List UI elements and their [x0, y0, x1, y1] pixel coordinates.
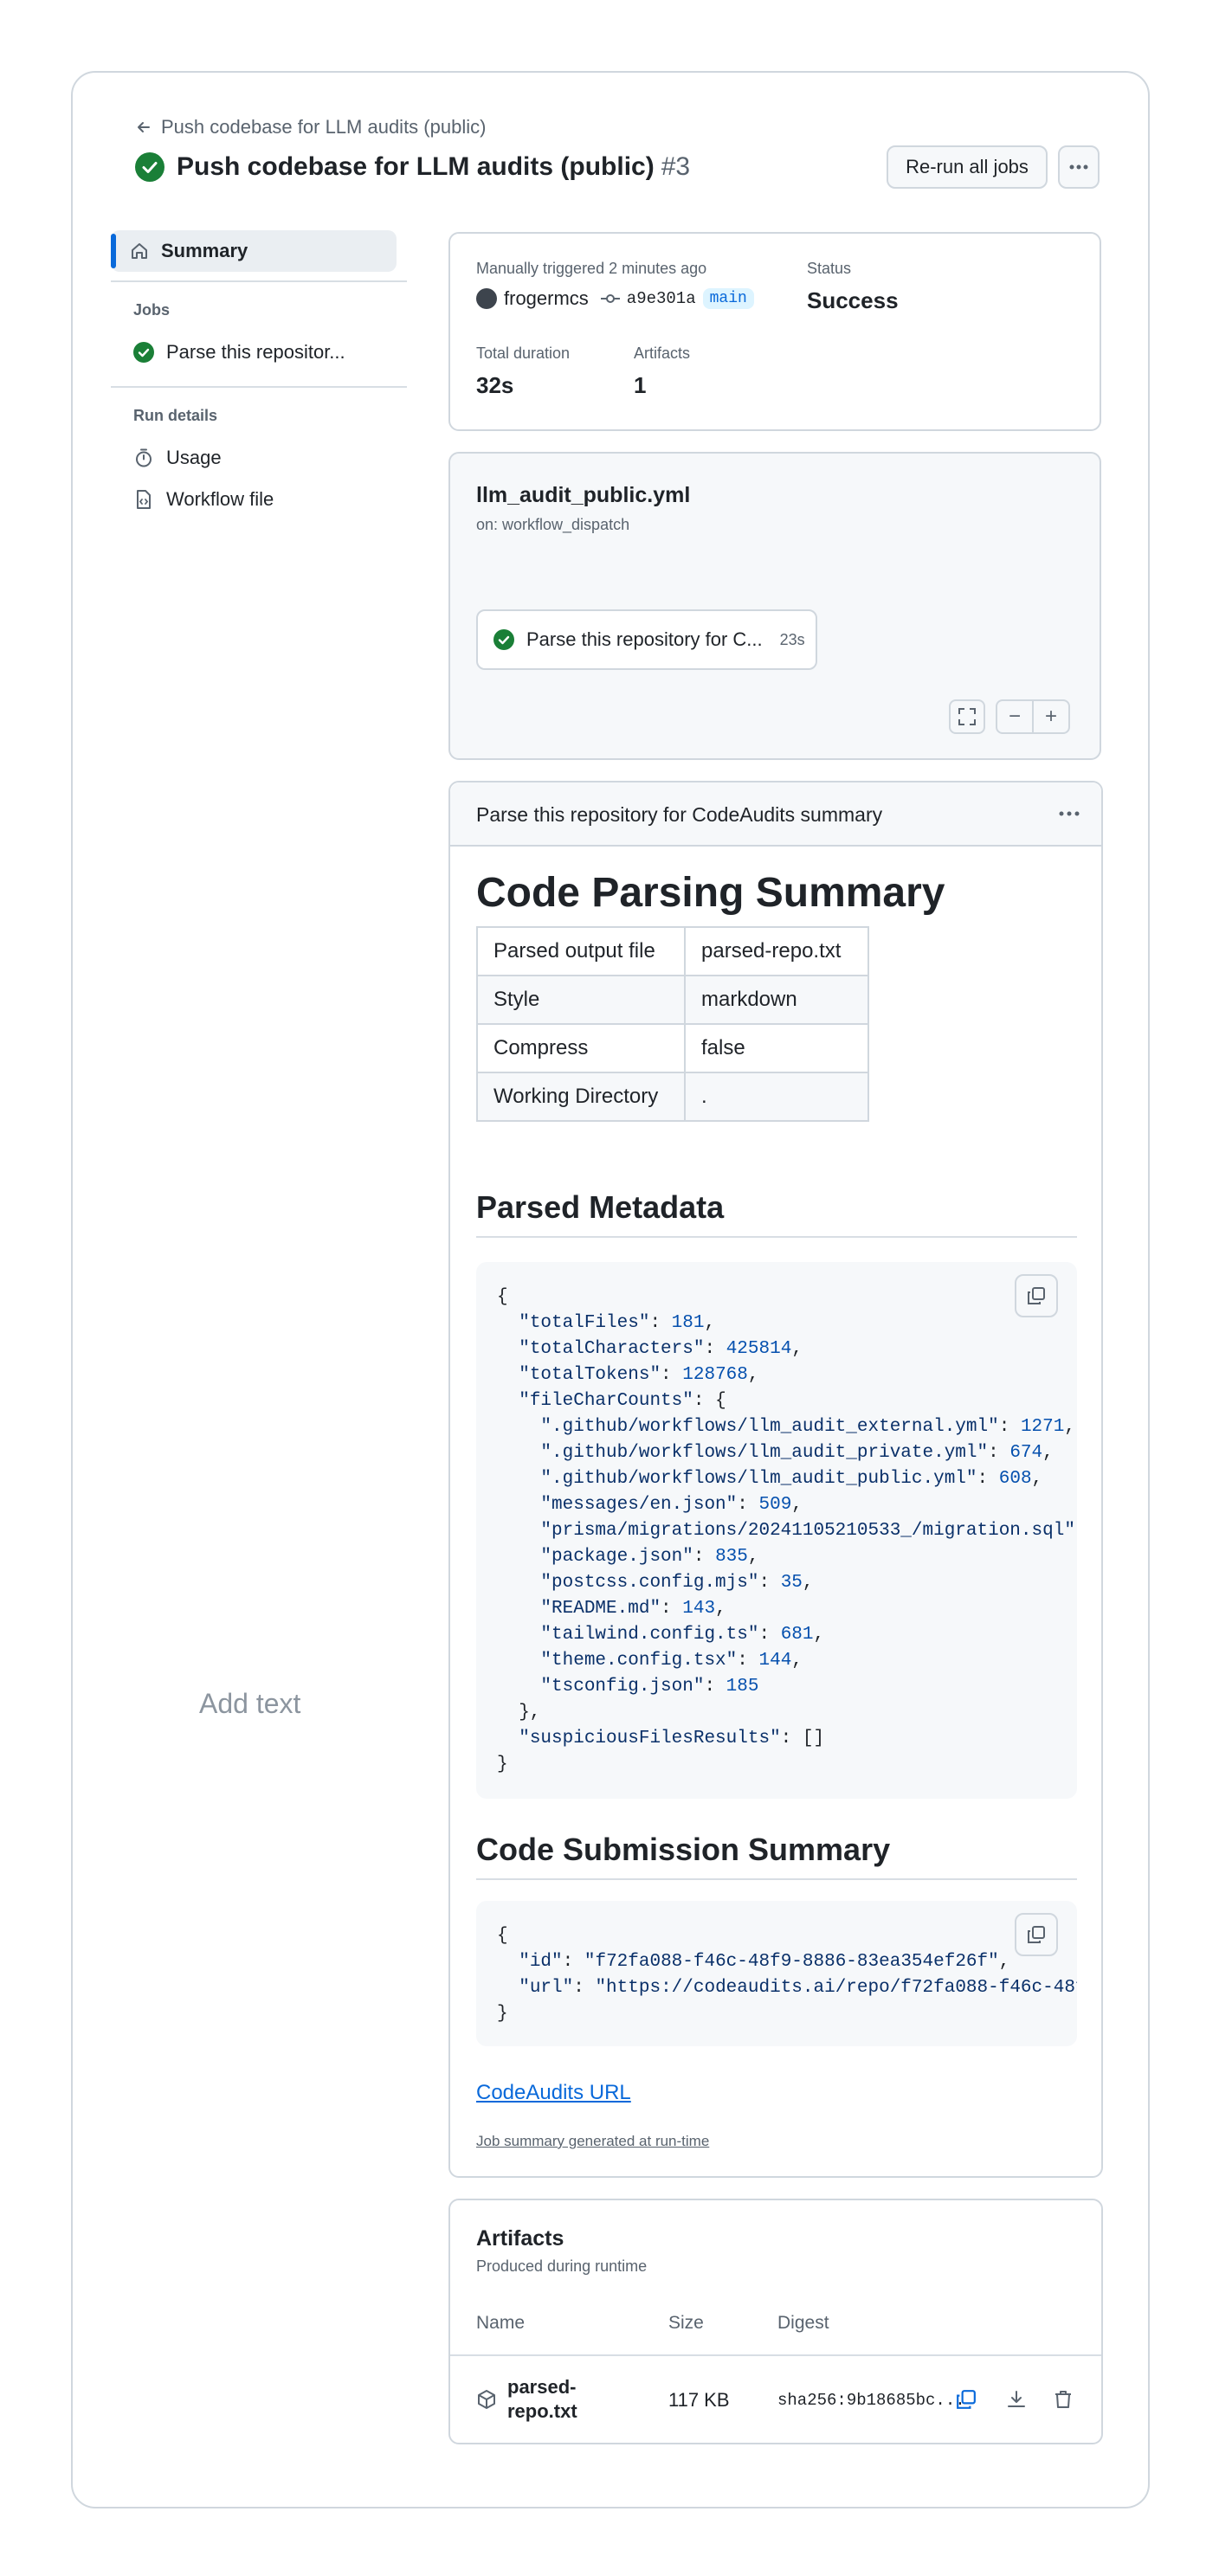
- back-link-label: Push codebase for LLM audits (public): [161, 116, 487, 138]
- table-row: Compress false: [476, 1023, 869, 1073]
- summary-generated-note[interactable]: Job summary generated at run-time: [476, 2133, 709, 2150]
- job-node-label: Parse this repository for C...: [526, 628, 763, 650]
- home-icon: [132, 243, 147, 259]
- sidebar-heading-run-details: Run details: [133, 407, 218, 424]
- table-cell: Style: [476, 975, 686, 1025]
- trigger-text: Manually triggered 2 minutes ago: [476, 260, 707, 277]
- metadata-json: { "totalFiles": 181, "totalCharacters": …: [497, 1287, 1077, 1774]
- branch-badge[interactable]: main: [702, 288, 754, 309]
- submission-heading: Code Submission Summary: [476, 1832, 891, 1867]
- sidebar-item-label: Workflow file: [166, 488, 274, 510]
- add-text-placeholder[interactable]: Add text: [199, 1688, 300, 1720]
- workflow-filename[interactable]: llm_audit_public.yml: [476, 483, 690, 508]
- table-cell: .: [684, 1072, 869, 1122]
- table-cell: Compress: [476, 1023, 686, 1073]
- artifact-row: parsed-repo.txt 117 KB sha256:9b18685bc.…: [450, 2356, 1101, 2443]
- sidebar-divider: [111, 280, 407, 282]
- metadata-heading: Parsed Metadata: [476, 1189, 725, 1225]
- status-value: Success: [807, 287, 899, 313]
- trash-icon[interactable]: [1053, 2389, 1074, 2410]
- trigger-details: frogermcs a9e301a main: [476, 287, 754, 310]
- back-link[interactable]: Push codebase for LLM audits (public): [135, 116, 486, 138]
- sidebar-item-summary[interactable]: Summary: [111, 230, 397, 272]
- copy-icon[interactable]: [956, 2389, 977, 2410]
- column-header-size: Size: [668, 2313, 704, 2333]
- table-cell: Working Directory: [476, 1072, 686, 1122]
- copy-button[interactable]: [1015, 1274, 1058, 1317]
- metadata-code-block: { "totalFiles": 181, "totalCharacters": …: [476, 1262, 1077, 1799]
- submission-json: { "id": "f72fa088-f46c-48f9-8886-83ea354…: [497, 1926, 1077, 2024]
- workflow-job-node[interactable]: Parse this repository for C... 23s: [476, 609, 817, 670]
- status-label: Status: [807, 260, 852, 277]
- heading-divider: [476, 1878, 1077, 1880]
- sidebar-divider: [111, 386, 407, 388]
- artifacts-label: Artifacts: [634, 345, 691, 362]
- markdown-body: Code Parsing Summary Parsed output file p…: [450, 782, 1101, 2176]
- table-cell: parsed-repo.txt: [684, 926, 869, 976]
- sidebar-heading-jobs: Jobs: [133, 301, 171, 319]
- artifacts-subtitle: Produced during runtime: [476, 2257, 648, 2275]
- artifacts-count: 1: [634, 372, 647, 398]
- workflow-trigger: on: workflow_dispatch: [476, 516, 630, 533]
- duration-label: Total duration: [476, 345, 571, 362]
- table-row: Working Directory.: [476, 1072, 869, 1122]
- submission-code-block: { "id": "f72fa088-f46c-48f9-8886-83ea354…: [476, 1901, 1077, 2046]
- stopwatch-icon: [136, 448, 152, 467]
- sidebar-item-label: Usage: [166, 447, 222, 468]
- app-window: Push codebase for LLM audits (public) Pu…: [71, 71, 1150, 2508]
- run-info-card: Manually triggered 2 minutes ago frogerm…: [448, 232, 1101, 431]
- parsing-summary-table: Parsed output file parsed-repo.txt Style m…: [476, 926, 869, 1122]
- job-summary-card: Parse this repository for CodeAudits sum…: [448, 781, 1103, 2178]
- commit-sha[interactable]: a9e301a: [627, 289, 696, 308]
- artifacts-title: Artifacts: [476, 2226, 564, 2251]
- column-header-name: Name: [476, 2313, 526, 2333]
- success-check-icon: [133, 342, 154, 363]
- zoom-in-button[interactable]: +: [1032, 699, 1070, 734]
- run-number: #3: [661, 152, 691, 181]
- column-header-digest: Digest: [777, 2313, 829, 2333]
- sidebar-item-usage[interactable]: Usage: [133, 447, 222, 469]
- job-node-duration: 23s: [779, 630, 805, 648]
- sidebar-item-label: Summary: [161, 240, 248, 261]
- copy-icon: [1028, 1926, 1045, 1943]
- commit-icon: [600, 294, 620, 303]
- arrow-left-icon: [138, 122, 150, 132]
- copy-button[interactable]: [1015, 1913, 1058, 1956]
- duration-value: 32s: [476, 372, 514, 398]
- summary-heading: Code Parsing Summary: [476, 870, 945, 916]
- sidebar-item-label: Parse this repositor...: [166, 341, 345, 363]
- success-check-icon: [135, 152, 164, 182]
- fullscreen-icon: [958, 708, 976, 725]
- table-cell: markdown: [684, 975, 869, 1025]
- artifacts-card: Artifacts Produced during runtime Name S…: [448, 2199, 1103, 2444]
- fullscreen-button[interactable]: [949, 699, 985, 734]
- package-icon: [478, 2390, 495, 2409]
- run-title: Push codebase for LLM audits (public): [177, 152, 655, 181]
- artifact-name[interactable]: parsed-repo.txt: [507, 2375, 594, 2424]
- copy-icon: [1028, 1287, 1045, 1304]
- page-title: Push codebase for LLM audits (public) #3: [135, 152, 690, 182]
- active-indicator: [111, 234, 116, 268]
- heading-divider: [476, 1236, 1077, 1238]
- rerun-all-jobs-button[interactable]: Re-run all jobs: [887, 145, 1048, 189]
- table-cell: Parsed output file: [476, 926, 686, 976]
- zoom-out-button[interactable]: −: [996, 699, 1034, 734]
- table-row: Parsed output file parsed-repo.txt: [476, 926, 869, 976]
- sidebar-item-workflow-file[interactable]: Workflow file: [133, 488, 274, 511]
- file-code-icon: [137, 490, 151, 509]
- success-check-icon: [493, 629, 514, 650]
- table-cell: false: [684, 1023, 869, 1073]
- artifact-size: 117 KB: [668, 2389, 730, 2411]
- download-icon[interactable]: [1006, 2389, 1027, 2410]
- sidebar-item-job[interactable]: Parse this repositor...: [133, 341, 345, 364]
- more-options-button[interactable]: [1058, 145, 1100, 189]
- actor-link[interactable]: frogermcs: [504, 287, 589, 310]
- table-row: Style markdown: [476, 975, 869, 1025]
- kebab-horizontal-icon: [1069, 164, 1088, 170]
- codeaudits-link[interactable]: CodeAudits URL: [476, 2081, 631, 2105]
- workflow-graph-card: llm_audit_public.yml on: workflow_dispat…: [448, 452, 1101, 760]
- artifact-digest: sha256:9b18685bc...: [777, 2391, 965, 2410]
- avatar: [476, 288, 497, 309]
